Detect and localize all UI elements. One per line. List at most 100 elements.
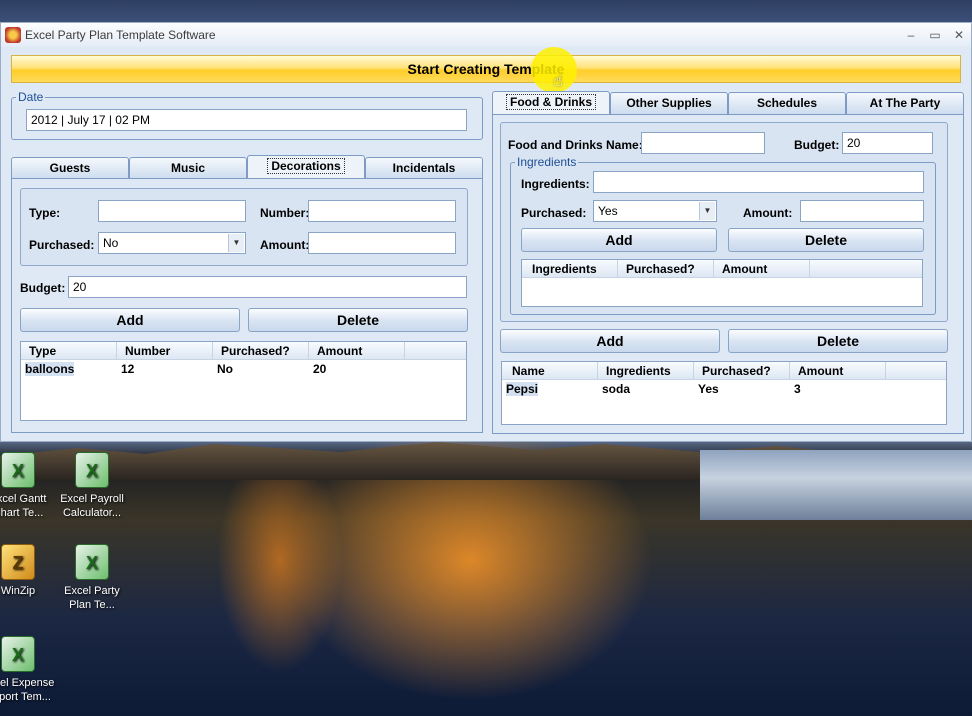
ingredient-purchased-value: Yes	[598, 204, 618, 218]
ingredient-delete-button[interactable]: Delete	[728, 228, 924, 252]
column-header[interactable]: Name	[502, 362, 598, 379]
table-header: Type Number Purchased? Amount	[21, 342, 466, 360]
food-budget-input[interactable]: 20	[842, 132, 933, 154]
maximize-button[interactable]: ▭	[923, 28, 947, 42]
purchased-select-value: No	[103, 236, 119, 250]
hand-cursor-icon: ☝	[553, 73, 563, 90]
ingredient-amount-label: Amount:	[743, 206, 793, 220]
desktop-icon-label: Excel Expense Report Tem...	[0, 677, 55, 703]
start-creating-template-button[interactable]: Start Creating Template	[11, 55, 961, 83]
date-field[interactable]: 2012 | July 17 | 02 PM	[26, 109, 467, 131]
type-input[interactable]	[98, 200, 246, 222]
ingredients-legend: Ingredients	[517, 155, 577, 169]
table-cell: No	[217, 362, 233, 376]
tab-label: Decorations	[267, 158, 345, 174]
table-cell: 12	[121, 362, 135, 376]
column-header[interactable]: Type	[21, 342, 117, 359]
food-name-label: Food and Drinks Name:	[508, 138, 643, 152]
table-row[interactable]: Pepsi soda Yes 3	[502, 380, 946, 398]
delete-button[interactable]: Delete	[248, 308, 468, 332]
food-budget-label: Budget:	[794, 138, 840, 152]
type-label: Type:	[29, 206, 61, 220]
close-button[interactable]: ✕	[947, 28, 971, 42]
chevron-down-icon[interactable]: ▼	[699, 202, 715, 220]
desktop-icon-excel-gantt[interactable]: X Excel Gantt Chart Te...	[0, 452, 58, 520]
excel-party-icon: X	[75, 544, 109, 580]
table-cell: Pepsi	[502, 380, 598, 398]
winzip-icon: Z	[1, 544, 35, 580]
window-title: Excel Party Plan Template Software	[25, 28, 216, 42]
table-cell: balloons	[21, 360, 117, 378]
purchased-select[interactable]: No ▼	[98, 232, 246, 254]
table-row[interactable]: balloons 12 No 20	[21, 360, 466, 378]
desktop-icon-excel-payroll[interactable]: X Excel Payroll Calculator...	[52, 452, 132, 520]
ingredient-add-button[interactable]: Add	[521, 228, 717, 252]
table-cell: 3	[794, 382, 801, 396]
date-legend: Date	[18, 90, 44, 104]
table-header: Name Ingredients Purchased? Amount	[502, 362, 946, 380]
ingredients-table[interactable]: Ingredients Purchased? Amount	[521, 259, 923, 307]
tab-label: Music	[170, 161, 205, 175]
tab-label: Schedules	[756, 96, 818, 110]
number-input[interactable]	[308, 200, 456, 222]
tab-label: Other Supplies	[626, 96, 712, 110]
tab-at-the-party[interactable]: At The Party	[846, 92, 964, 114]
food-add-button[interactable]: Add	[500, 329, 720, 353]
table-cell: 20	[313, 362, 327, 376]
app-icon	[5, 27, 21, 43]
ingredients-label: Ingredients:	[521, 177, 590, 191]
ingredients-input[interactable]	[593, 171, 924, 193]
budget-label: Budget:	[20, 281, 66, 295]
column-header[interactable]: Amount	[790, 362, 886, 379]
ingredient-purchased-select[interactable]: Yes ▼	[593, 200, 717, 222]
desktop-icon-label: Excel Party Plan Te...	[64, 585, 120, 611]
purchased-label: Purchased:	[29, 238, 95, 252]
desktop-icon-excel-expense[interactable]: X Excel Expense Report Tem...	[0, 636, 58, 704]
excel-payroll-icon: X	[75, 452, 109, 488]
ingredient-amount-input[interactable]	[800, 200, 924, 222]
food-table[interactable]: Name Ingredients Purchased? Amount Pepsi…	[501, 361, 947, 425]
decorations-table[interactable]: Type Number Purchased? Amount balloons 1…	[20, 341, 467, 421]
desktop-icon-label: Excel Gantt Chart Te...	[0, 493, 47, 519]
desktop-icon-excel-party[interactable]: X Excel Party Plan Te...	[52, 544, 132, 612]
cell-value: balloons	[25, 362, 75, 376]
excel-gantt-icon: X	[1, 452, 35, 488]
cell-value: Pepsi	[506, 382, 539, 396]
column-header[interactable]: Purchased?	[694, 362, 790, 379]
desktop-icon-label: WinZip	[0, 585, 36, 597]
excel-expense-icon: X	[1, 636, 35, 672]
food-name-input[interactable]	[641, 132, 765, 154]
desktop-icon-label: Excel Payroll Calculator...	[60, 493, 124, 519]
column-header[interactable]: Ingredients	[598, 362, 694, 379]
tab-incidentals[interactable]: Incidentals	[365, 157, 483, 179]
column-header[interactable]: Amount	[714, 260, 810, 277]
sea-waves	[700, 450, 972, 520]
column-header[interactable]: Ingredients	[522, 260, 618, 277]
add-button[interactable]: Add	[20, 308, 240, 332]
tab-music[interactable]: Music	[129, 157, 247, 179]
amount-input[interactable]	[308, 232, 456, 254]
tab-schedules[interactable]: Schedules	[728, 92, 846, 114]
amount-label: Amount:	[260, 238, 310, 252]
tab-decorations[interactable]: Decorations	[247, 155, 365, 179]
table-header: Ingredients Purchased? Amount	[522, 260, 922, 278]
tab-label: Food & Drinks	[505, 94, 596, 110]
column-header[interactable]: Purchased?	[618, 260, 714, 277]
desktop-icon-winzip[interactable]: Z WinZip	[0, 544, 58, 598]
food-delete-button[interactable]: Delete	[728, 329, 948, 353]
minimize-button[interactable]: –	[899, 28, 923, 42]
tab-guests[interactable]: Guests	[11, 157, 129, 179]
tab-label: At The Party	[869, 96, 941, 110]
tab-label: Guests	[49, 161, 91, 175]
ingredient-purchased-label: Purchased:	[521, 206, 587, 220]
chevron-down-icon[interactable]: ▼	[228, 234, 244, 252]
budget-input[interactable]: 20	[68, 276, 467, 298]
column-header[interactable]: Number	[117, 342, 213, 359]
tab-food-drinks[interactable]: Food & Drinks	[492, 91, 610, 115]
column-header[interactable]: Purchased?	[213, 342, 309, 359]
table-cell: Yes	[698, 382, 719, 396]
tab-label: Incidentals	[392, 161, 456, 175]
title-bar[interactable]: Excel Party Plan Template Software – ▭ ✕	[1, 23, 971, 47]
tab-other-supplies[interactable]: Other Supplies	[610, 92, 728, 114]
column-header[interactable]: Amount	[309, 342, 405, 359]
